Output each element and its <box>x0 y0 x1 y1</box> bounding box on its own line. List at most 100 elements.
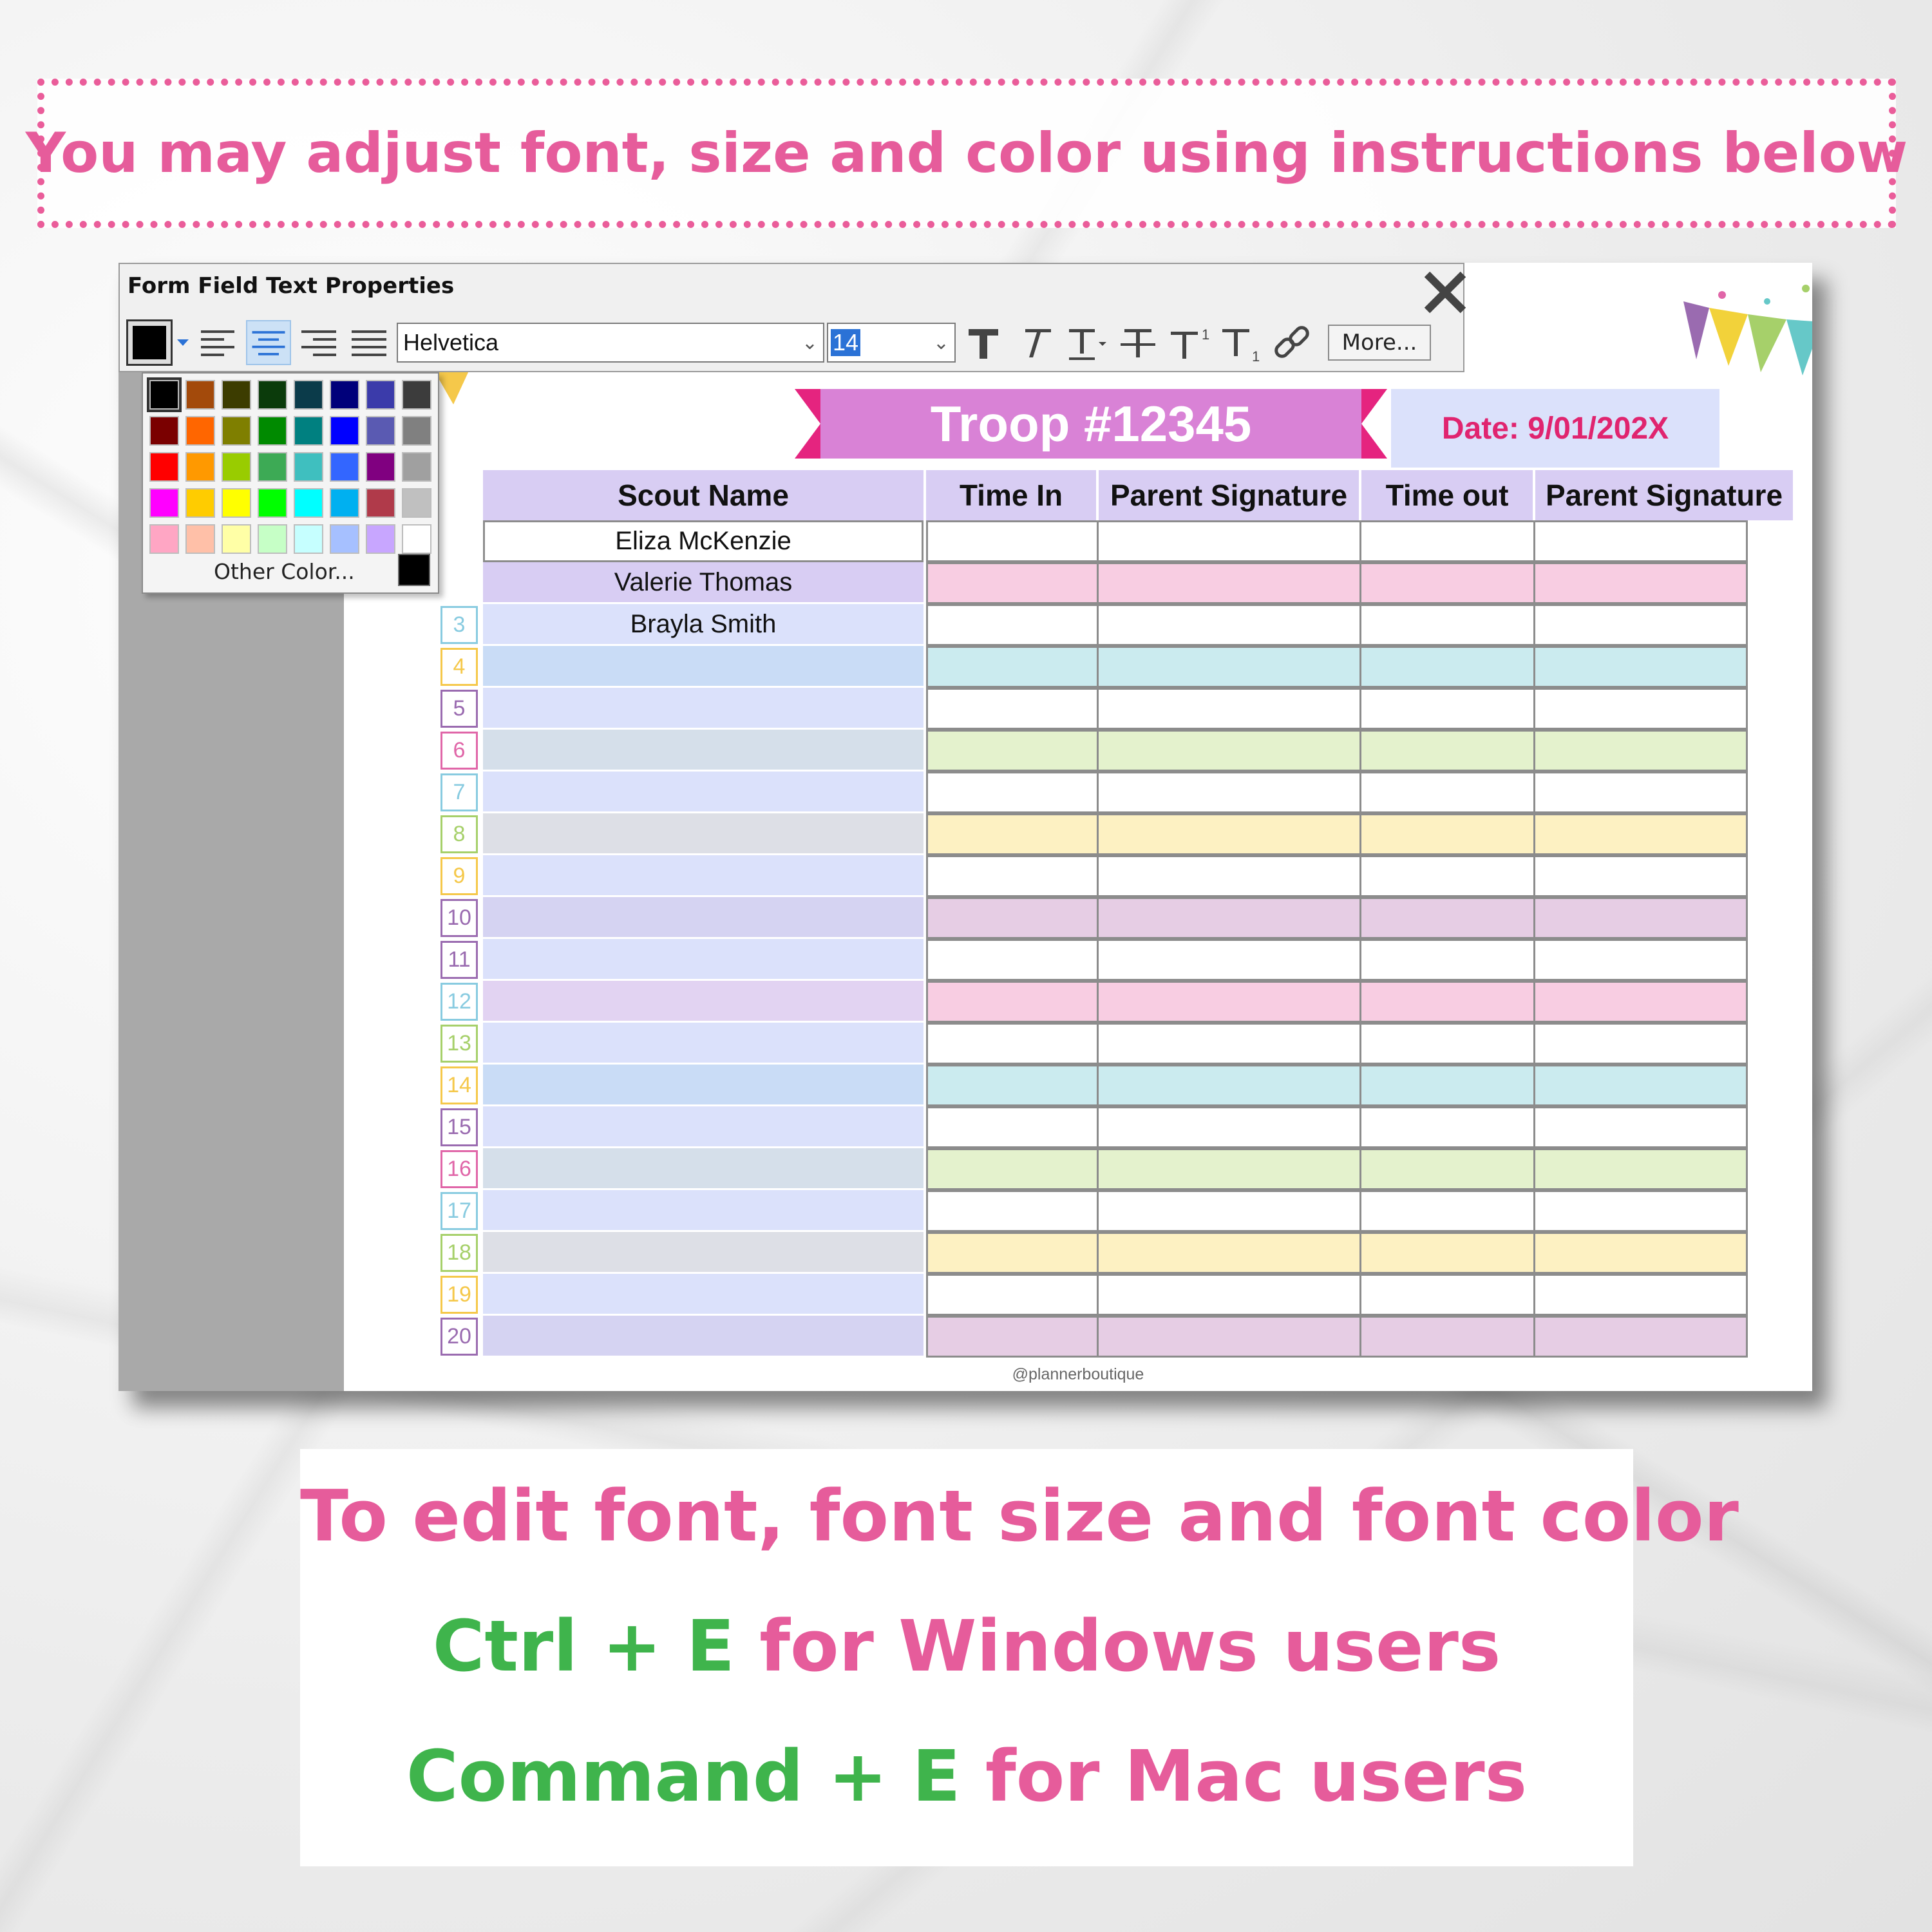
form-cell[interactable] <box>1361 897 1535 939</box>
form-cell[interactable] <box>1099 1316 1361 1358</box>
link-icon[interactable] <box>1269 320 1316 365</box>
form-cell[interactable] <box>1535 897 1748 939</box>
form-cell[interactable] <box>1535 520 1748 562</box>
chevron-down-icon[interactable] <box>175 320 191 365</box>
color-swatch[interactable] <box>185 452 215 482</box>
color-swatch[interactable] <box>258 488 287 518</box>
form-cell[interactable] <box>1099 646 1361 688</box>
form-cell[interactable] <box>1099 520 1361 562</box>
form-cell[interactable] <box>1361 1023 1535 1065</box>
italic-icon[interactable] <box>1011 320 1059 365</box>
scout-name-field[interactable] <box>483 1023 923 1065</box>
color-swatch[interactable] <box>402 524 431 554</box>
bold-icon[interactable] <box>960 320 1007 365</box>
color-swatch[interactable] <box>258 524 287 554</box>
font-family-select[interactable]: Helvetica ⌄ <box>397 323 824 363</box>
form-cell[interactable] <box>1535 939 1748 981</box>
form-cell[interactable] <box>1535 772 1748 813</box>
scout-name-field[interactable] <box>483 646 923 688</box>
scout-name-field[interactable] <box>483 981 923 1023</box>
form-cell[interactable] <box>926 520 1099 562</box>
form-cell[interactable] <box>926 604 1099 646</box>
font-color-button[interactable] <box>126 319 173 366</box>
form-cell[interactable] <box>1535 813 1748 855</box>
color-swatch[interactable] <box>258 452 287 482</box>
form-cell[interactable] <box>1535 562 1748 604</box>
form-cell[interactable] <box>926 1316 1099 1358</box>
form-cell[interactable] <box>1361 981 1535 1023</box>
color-swatch[interactable] <box>222 524 251 554</box>
form-cell[interactable] <box>926 1065 1099 1106</box>
form-cell[interactable] <box>1099 1106 1361 1148</box>
form-cell[interactable] <box>1535 688 1748 730</box>
color-swatch[interactable] <box>147 377 182 412</box>
color-swatch[interactable] <box>185 416 215 446</box>
form-cell[interactable] <box>926 1232 1099 1274</box>
color-swatch[interactable] <box>149 452 179 482</box>
form-cell[interactable] <box>1361 813 1535 855</box>
form-cell[interactable] <box>926 981 1099 1023</box>
form-cell[interactable] <box>1535 981 1748 1023</box>
close-icon[interactable] <box>1421 268 1470 317</box>
superscript-icon[interactable]: 1 <box>1166 320 1213 365</box>
form-cell[interactable] <box>926 730 1099 772</box>
color-swatch[interactable] <box>402 380 431 410</box>
color-swatch[interactable] <box>258 416 287 446</box>
color-swatch[interactable] <box>294 488 323 518</box>
form-cell[interactable] <box>1099 1232 1361 1274</box>
color-swatch[interactable] <box>294 380 323 410</box>
form-cell[interactable] <box>1361 772 1535 813</box>
scout-name-field[interactable] <box>483 1065 923 1106</box>
color-swatch[interactable] <box>366 416 395 446</box>
form-cell[interactable] <box>1361 1148 1535 1190</box>
form-cell[interactable] <box>1099 1274 1361 1316</box>
color-swatch[interactable] <box>222 380 251 410</box>
form-cell[interactable] <box>1361 730 1535 772</box>
color-swatch[interactable] <box>294 524 323 554</box>
form-cell[interactable] <box>926 939 1099 981</box>
form-cell[interactable] <box>1361 1232 1535 1274</box>
align-left-icon[interactable] <box>196 320 241 365</box>
form-cell[interactable] <box>1099 1148 1361 1190</box>
form-cell[interactable] <box>926 646 1099 688</box>
align-justify-icon[interactable] <box>346 320 392 365</box>
scout-name-field[interactable] <box>483 1190 923 1232</box>
form-cell[interactable] <box>926 1148 1099 1190</box>
form-cell[interactable] <box>1535 1232 1748 1274</box>
form-cell[interactable] <box>926 1023 1099 1065</box>
color-swatch[interactable] <box>149 416 179 446</box>
color-swatch[interactable] <box>222 416 251 446</box>
strikethrough-icon[interactable] <box>1114 320 1162 365</box>
form-cell[interactable] <box>1535 1023 1748 1065</box>
color-swatch[interactable] <box>330 416 359 446</box>
scout-name-field[interactable]: Eliza McKenzie <box>483 520 923 562</box>
align-center-icon[interactable] <box>246 320 291 365</box>
color-swatch[interactable] <box>402 416 431 446</box>
form-cell[interactable] <box>1535 1316 1748 1358</box>
form-cell[interactable] <box>1361 688 1535 730</box>
form-cell[interactable] <box>1535 604 1748 646</box>
font-size-select[interactable]: 14 ⌄ <box>827 323 956 363</box>
form-cell[interactable] <box>1361 1274 1535 1316</box>
form-cell[interactable] <box>926 688 1099 730</box>
scout-name-field[interactable] <box>483 688 923 730</box>
scout-name-field[interactable] <box>483 939 923 981</box>
form-cell[interactable] <box>1361 646 1535 688</box>
form-cell[interactable] <box>926 1274 1099 1316</box>
form-cell[interactable] <box>1361 520 1535 562</box>
color-swatch[interactable] <box>402 452 431 482</box>
form-cell[interactable] <box>1099 562 1361 604</box>
form-cell[interactable] <box>926 897 1099 939</box>
form-cell[interactable] <box>926 813 1099 855</box>
form-cell[interactable] <box>1361 562 1535 604</box>
color-swatch[interactable] <box>185 524 215 554</box>
form-cell[interactable] <box>1099 939 1361 981</box>
scout-name-field[interactable] <box>483 1106 923 1148</box>
form-cell[interactable] <box>1361 1190 1535 1232</box>
color-swatch[interactable] <box>149 488 179 518</box>
color-swatch[interactable] <box>294 416 323 446</box>
color-swatch[interactable] <box>330 524 359 554</box>
scout-name-field[interactable] <box>483 1274 923 1316</box>
date-box[interactable]: Date: 9/01/202X <box>1391 389 1719 468</box>
form-cell[interactable] <box>1099 1190 1361 1232</box>
